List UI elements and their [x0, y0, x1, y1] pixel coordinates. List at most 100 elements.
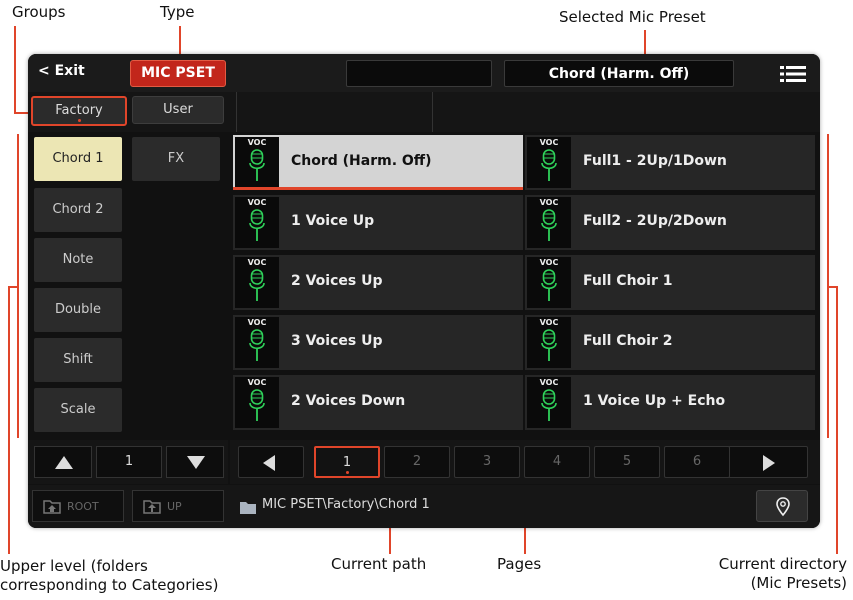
page-button[interactable]: 5 — [594, 446, 660, 478]
root-button-label: ROOT — [67, 500, 99, 513]
divider — [236, 92, 237, 132]
voc-icon-box: VOC — [527, 377, 571, 428]
category-note[interactable]: Note — [34, 238, 122, 282]
group-tab-factory-label: Factory — [55, 103, 103, 118]
type-button[interactable]: MIC PSET — [130, 60, 226, 87]
preset-name: Chord (Harm. Off) — [291, 153, 432, 169]
microphone-icon — [249, 209, 265, 247]
arrow-down-icon — [187, 456, 205, 469]
voc-label: VOC — [539, 198, 559, 207]
preset-name: Full Choir 1 — [583, 273, 673, 289]
callout-line-upper-level — [8, 286, 10, 554]
menu-icon[interactable] — [780, 64, 806, 84]
preset-tile[interactable]: VOC 1 Voice Up — [233, 195, 523, 250]
voc-icon-box: VOC — [235, 377, 279, 428]
annotation-pages: Pages — [497, 555, 542, 573]
preset-tile[interactable]: VOC 2 Voices Up — [233, 255, 523, 310]
voc-icon-box: VOC — [527, 197, 571, 248]
voc-icon-box: VOC — [235, 257, 279, 308]
voc-icon-box: VOC — [527, 137, 571, 188]
up-button[interactable]: UP — [132, 490, 224, 522]
category-chord-2[interactable]: Chord 2 — [34, 188, 122, 232]
callout-line-upper-level-h — [8, 286, 18, 288]
preset-name: 3 Voices Up — [291, 333, 383, 349]
voc-label: VOC — [539, 138, 559, 147]
page-button[interactable]: 4 — [524, 446, 590, 478]
microphone-icon — [541, 209, 557, 247]
preset-pager: 123456 — [230, 440, 820, 484]
preset-tile[interactable]: VOC Full1 - 2Up/1Down — [525, 135, 815, 190]
scroll-down-button[interactable] — [166, 446, 224, 478]
microphone-icon — [249, 269, 265, 307]
exit-button[interactable]: < Exit — [38, 63, 85, 79]
voc-icon-box: VOC — [527, 257, 571, 308]
group-tab-user[interactable]: User — [132, 96, 224, 124]
selection-underline — [233, 187, 523, 190]
voc-icon-box: VOC — [235, 317, 279, 368]
page-button[interactable]: 6 — [664, 446, 730, 478]
voc-label: VOC — [539, 378, 559, 387]
group-tab-factory[interactable]: Factory — [31, 96, 127, 126]
preset-tile[interactable]: VOC Full Choir 1 — [525, 255, 815, 310]
annotation-groups: Groups — [12, 3, 66, 21]
current-path: MIC PSET\Factory\Chord 1 — [262, 497, 430, 512]
voc-label: VOC — [247, 378, 267, 387]
preset-name: 2 Voices Up — [291, 273, 383, 289]
voc-icon-box: VOC — [235, 197, 279, 248]
annotation-selected-mic-preset: Selected Mic Preset — [559, 8, 706, 26]
voc-label: VOC — [247, 138, 267, 147]
category-fx[interactable]: FX — [132, 137, 220, 181]
preset-name: Full1 - 2Up/1Down — [583, 153, 727, 169]
page-button[interactable]: 3 — [454, 446, 520, 478]
preset-tile[interactable]: VOC 2 Voices Down — [233, 375, 523, 430]
divider — [432, 92, 433, 132]
preset-tile[interactable]: VOC Chord (Harm. Off) — [233, 135, 523, 190]
preset-name: 1 Voice Up — [291, 213, 375, 229]
microphone-icon — [249, 149, 265, 187]
locate-button[interactable] — [756, 490, 808, 522]
voc-label: VOC — [247, 318, 267, 327]
annotation-upper-level: Upper level (folders corresponding to Cat… — [0, 557, 219, 594]
voc-icon-box: VOC — [527, 317, 571, 368]
annotation-current-directory: Current directory (Mic Presets) — [718, 555, 847, 592]
preset-tile[interactable]: VOC 3 Voices Up — [233, 315, 523, 370]
category-pager: 1 — [28, 440, 228, 484]
callout-line-current-directory — [836, 286, 838, 554]
category-double[interactable]: Double — [34, 288, 122, 332]
folder-up-icon — [143, 498, 161, 514]
category-chord-1[interactable]: Chord 1 — [34, 137, 122, 181]
folder-icon — [240, 499, 256, 514]
scroll-up-button[interactable] — [34, 446, 92, 478]
category-shift[interactable]: Shift — [34, 338, 122, 382]
preset-tile[interactable]: VOC Full2 - 2Up/2Down — [525, 195, 815, 250]
arrow-right-icon — [763, 455, 775, 471]
callout-line-groups — [14, 26, 16, 114]
page-next-button[interactable] — [728, 446, 808, 478]
microphone-icon — [541, 149, 557, 187]
group-bar: Factory User — [28, 92, 820, 132]
voc-label: VOC — [247, 198, 267, 207]
page-button[interactable]: 2 — [384, 446, 450, 478]
preset-name: Full2 - 2Up/2Down — [583, 213, 727, 229]
selected-preset-display: Chord (Harm. Off) — [504, 60, 734, 87]
annotation-current-path: Current path — [331, 555, 427, 573]
annotation-type: Type — [160, 3, 195, 21]
category-scale[interactable]: Scale — [34, 388, 122, 432]
top-bar: < Exit MIC PSET Chord (Harm. Off) — [28, 54, 820, 92]
up-button-label: UP — [167, 500, 182, 513]
microphone-icon — [541, 329, 557, 367]
device-screen: < Exit MIC PSET Chord (Harm. Off) Factor… — [28, 54, 820, 528]
preset-name: Full Choir 2 — [583, 333, 673, 349]
selection-dot — [78, 119, 81, 122]
preset-tile[interactable]: VOC 1 Voice Up + Echo — [525, 375, 815, 430]
preset-name: 2 Voices Down — [291, 393, 406, 409]
preset-grid: VOC Chord (Harm. Off) VOC Full1 - 2Up/1Down… — [230, 132, 820, 439]
page-prev-button[interactable] — [238, 446, 304, 478]
microphone-icon — [541, 269, 557, 307]
selection-dot — [346, 471, 349, 474]
microphone-icon — [541, 389, 557, 427]
preset-tile[interactable]: VOC Full Choir 2 — [525, 315, 815, 370]
microphone-icon — [249, 329, 265, 367]
root-button[interactable]: ROOT — [32, 490, 124, 522]
voc-label: VOC — [539, 258, 559, 267]
